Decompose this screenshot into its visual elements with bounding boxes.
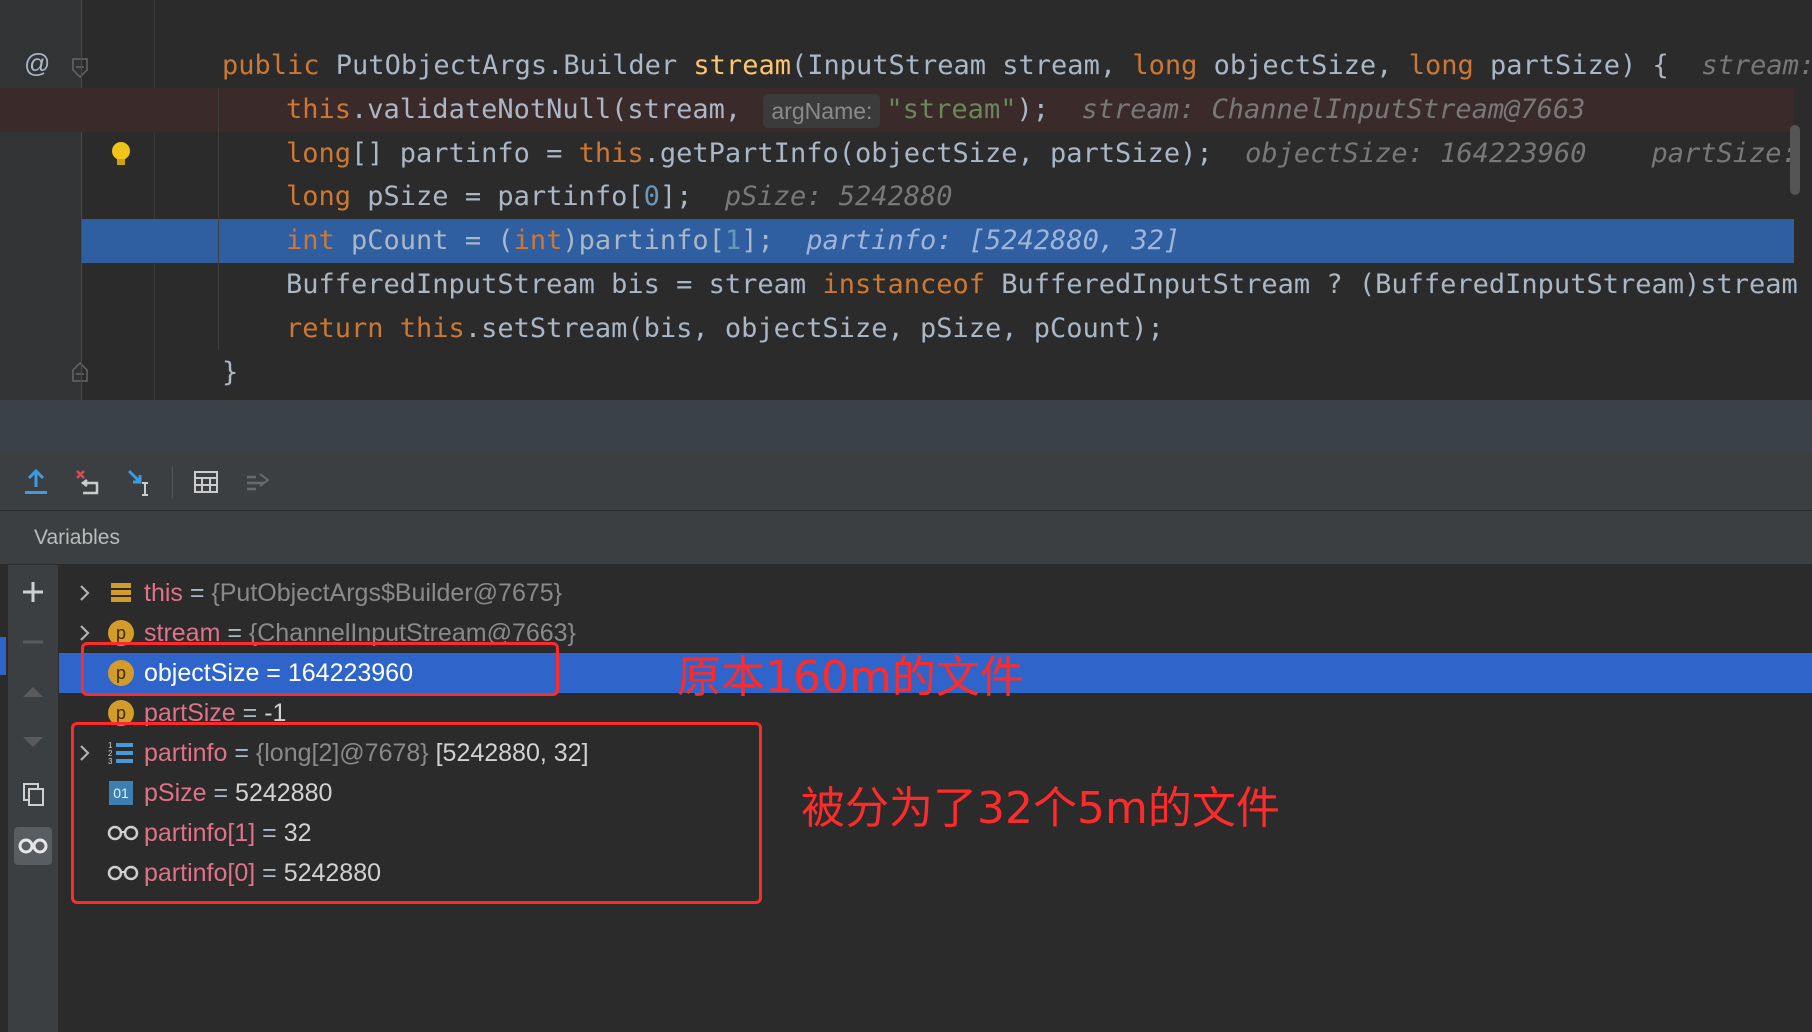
code-line-current-execution[interactable]: int pCount = (int)partinfo[1]; partinfo:… [82,219,1794,263]
move-up-icon[interactable] [14,673,52,711]
code-token: long [286,181,368,212]
variables-side-toolbar [8,565,59,1032]
code-token: .validateNotNull(stream, [351,94,758,125]
add-watch-icon[interactable] [14,573,52,611]
code-token: PutObjectArgs.Builder [335,50,694,81]
variable-equals: = [182,579,212,607]
code-token: this [578,138,644,169]
code-token: int [286,225,352,256]
parameter-name-hint: argName: [763,93,881,128]
inline-value-hint: partinfo: [5242880, 32] [806,225,1181,256]
left-edge-selection-marker [0,637,6,675]
code-token: long [286,138,352,169]
variables-header: Variables [0,511,1812,565]
variable-text: this = {PutObjectArgs$Builder@7675} [144,573,562,613]
code-line-close-brace[interactable]: } [0,351,1794,395]
code-token: (InputStream stream, [790,50,1133,81]
code-token: .setStream(bis, objectSize, pSize, pCoun… [464,313,1164,344]
run-to-cursor-icon[interactable] [122,464,158,500]
code-line-breakpoint[interactable]: this.validateNotNull(stream, argName: "st… [0,88,1794,132]
intention-bulb-icon[interactable] [108,140,134,170]
field-list-icon [107,579,135,607]
code-token: long [1408,50,1490,81]
code-token: stream [693,50,791,81]
toolbar-separator [172,466,173,498]
show-watches-icon[interactable] [14,827,52,865]
code-line-bis[interactable]: BufferedInputStream bis = stream instanc… [0,263,1798,307]
code-token: public [222,50,336,81]
code-token: long [1132,50,1214,81]
code-token: int [513,225,563,256]
inline-value-hint: stream: [1701,50,1812,81]
code-token: pSize = partinfo[ [367,181,644,212]
variable-type: {PutObjectArgs$Builder@7675} [211,579,563,607]
move-down-icon[interactable] [14,723,52,761]
code-editor[interactable]: @ public PutObjectArgs.Builder stream(In… [0,0,1812,400]
code-token: objectSize, [1213,50,1409,81]
code-token: instanceof [822,269,1002,300]
code-token: [] partinfo = [351,138,579,169]
variable-name: this [144,579,183,607]
remove-watch-icon[interactable] [14,623,52,661]
indent-guide [218,88,219,350]
code-token: partSize) { [1489,50,1702,81]
code-token: )partinfo[ [562,225,725,256]
chevron-right-icon[interactable] [73,581,97,605]
debugger-toolbar [0,452,1812,511]
copy-icon[interactable] [14,775,52,813]
code-token: ); [1016,94,1082,125]
code-token: } [222,357,239,388]
code-token: .getPartInfo(objectSize, partSize); [643,138,1246,169]
code-line-return[interactable]: return this.setStream(bis, objectSize, p… [0,307,1794,351]
step-out-icon[interactable] [18,464,54,500]
code-token: this [286,94,352,125]
code-line-partinfo[interactable]: long[] partinfo = this.getPartInfo(objec… [0,132,1798,176]
left-edge-strip [0,565,8,1032]
annotation-box-object-size [81,642,559,696]
inline-value-hint: objectSize: 164223960 partSize: [1245,138,1798,169]
inline-value-hint: stream: ChannelInputStream@7663 [1081,94,1586,125]
code-token: "stream" [886,94,1017,125]
code-token: pCount = ( [351,225,514,256]
code-token: ]; [741,225,807,256]
variables-title: Variables [34,526,120,549]
code-token: BufferedInputStream bis = stream [286,269,823,300]
code-token: 1 [724,225,742,256]
code-token: 0 [643,181,660,212]
editor-scrollbar[interactable] [1790,125,1800,195]
variable-row-this[interactable]: this = {PutObjectArgs$Builder@7675} [59,573,1812,613]
code-line-signature[interactable]: public PutObjectArgs.Builder stream(Inpu… [0,44,1812,88]
code-token: return this [286,313,465,344]
drop-frame-icon[interactable] [70,464,106,500]
annotation-note-split: 被分为了32个5m的文件 [801,783,1280,834]
code-token: ]; [659,181,725,212]
trace-stream-icon[interactable] [240,464,276,500]
inline-value-hint: pSize: 5242880 [724,181,953,212]
code-token: BufferedInputStream ? (BufferedInputStre… [1001,269,1798,300]
evaluate-expression-icon[interactable] [188,464,224,500]
panel-splitter[interactable] [0,400,1812,452]
annotation-note-original-size: 原本160m的文件 [677,652,1024,703]
code-line-psize[interactable]: long pSize = partinfo[0]; pSize: 5242880 [0,175,1794,219]
annotation-box-partinfo [71,722,762,904]
